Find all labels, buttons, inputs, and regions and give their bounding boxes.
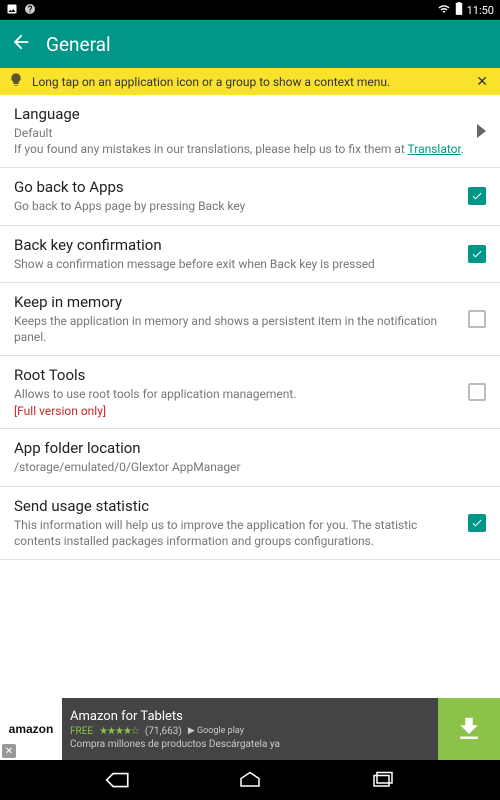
setting-title: Send usage statistic [14,497,458,515]
setting-sub: Keeps the application in memory and show… [14,313,458,345]
setting-app-folder-location[interactable]: App folder location /storage/emulated/0/… [0,429,500,486]
setting-language[interactable]: Language Default If you found any mistak… [0,95,500,168]
close-icon[interactable]: ✕ [472,74,492,90]
setting-value: Default [14,125,467,141]
setting-warning: [Full version only] [14,404,458,418]
translator-link[interactable]: Translator [408,142,461,156]
chevron-right-icon [477,124,486,138]
image-icon [6,3,18,18]
setting-title: Language [14,105,467,123]
app-bar: General [0,20,500,68]
setting-root-tools[interactable]: Root Tools Allows to use root tools for … [0,356,500,429]
setting-sub: Allows to use root tools for application… [14,386,458,402]
setting-title: Keep in memory [14,293,458,311]
setting-sub: This information will help us to improve… [14,517,458,549]
setting-title: App folder location [14,439,476,457]
setting-sub: /storage/emulated/0/Glextor AppManager [14,459,476,475]
ad-rating-count: (71,663) [145,726,182,737]
ad-download-button[interactable] [438,698,500,760]
checkbox-checked[interactable] [468,187,486,205]
back-icon[interactable] [10,31,32,57]
nav-home-button[interactable] [235,768,265,792]
setting-keep-in-memory[interactable]: Keep in memory Keeps the application in … [0,283,500,356]
ad-price: FREE [70,726,93,737]
checkbox-unchecked[interactable] [468,383,486,401]
battery-icon [455,2,463,18]
setting-help: If you found any mistakes in our transla… [14,141,467,157]
ad-title: Amazon for Tablets [70,709,430,724]
setting-go-back-to-apps[interactable]: Go back to Apps Go back to Apps page by … [0,168,500,225]
ad-desc: Compra millones de productos Descárgatel… [70,739,430,750]
wifi-icon [437,3,451,18]
nav-recent-button[interactable] [368,768,398,792]
setting-back-key-confirmation[interactable]: Back key confirmation Show a confirmatio… [0,226,500,283]
ad-banner[interactable]: amazon ✕ Amazon for Tablets FREE ★★★★☆ (… [0,698,500,760]
ad-stars: ★★★★☆ [99,726,139,737]
setting-sub: Show a confirmation message before exit … [14,256,458,272]
checkbox-checked[interactable] [468,514,486,532]
checkbox-unchecked[interactable] [468,310,486,328]
ad-store: ▶ Google play [188,726,244,736]
navigation-bar [0,760,500,800]
setting-title: Back key confirmation [14,236,458,254]
page-title: General [46,33,111,56]
setting-title: Root Tools [14,366,458,384]
ad-body: Amazon for Tablets FREE ★★★★☆ (71,663) ▶… [62,698,438,760]
tip-bar: Long tap on an application icon or a gro… [0,68,500,95]
bulb-icon [8,72,24,91]
setting-title: Go back to Apps [14,178,458,196]
ad-app-icon: amazon ✕ [0,698,62,760]
help-icon [24,3,36,18]
nav-back-button[interactable] [103,768,133,792]
tip-text: Long tap on an application icon or a gro… [32,75,472,89]
ad-brand: amazon [9,722,54,736]
ad-close-icon[interactable]: ✕ [2,744,16,758]
setting-sub: Go back to Apps page by pressing Back ke… [14,198,458,214]
setting-send-usage-statistic[interactable]: Send usage statistic This information wi… [0,487,500,560]
settings-list: Language Default If you found any mistak… [0,95,500,560]
status-time: 11:50 [467,4,494,17]
status-bar: 11:50 [0,0,500,20]
checkbox-checked[interactable] [468,245,486,263]
